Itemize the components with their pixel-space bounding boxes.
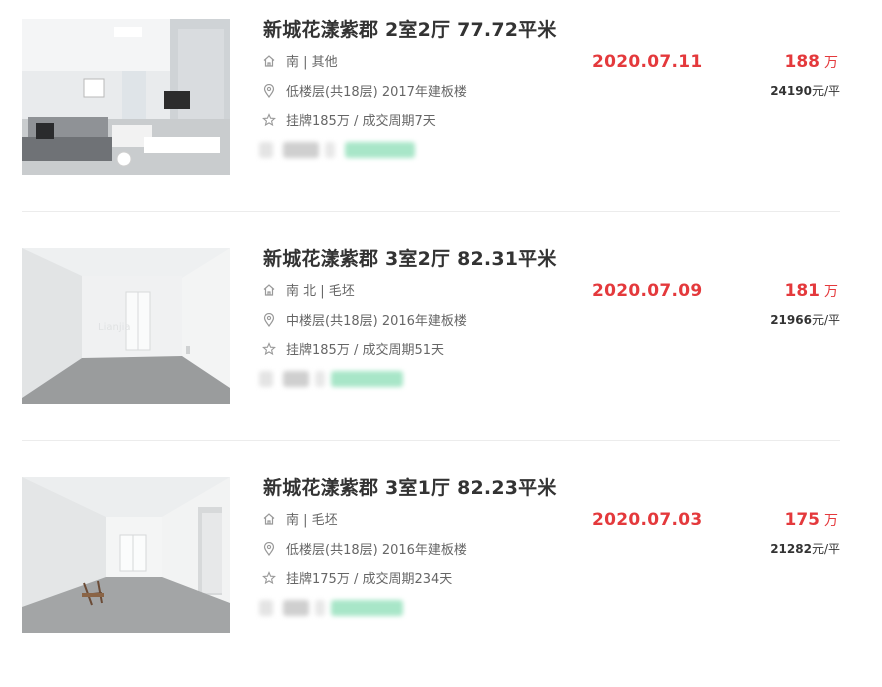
blurred-tags xyxy=(259,140,419,162)
total-price-unit: 万 xyxy=(824,284,838,300)
orientation-decor-row: 南 | 毛坯 xyxy=(262,509,338,528)
unit-price-value: 24190 xyxy=(770,84,812,98)
star-icon xyxy=(262,112,276,127)
deal-info-text: 挂牌185万 / 成交周期51天 xyxy=(286,343,444,358)
blurred-tags xyxy=(259,369,419,391)
unit-price-value: 21966 xyxy=(770,313,812,327)
listing-title[interactable]: 新城花漾紫郡 3室2厅 82.31平米 xyxy=(263,244,557,271)
listing-photo[interactable] xyxy=(22,477,230,633)
deal-info-text: 挂牌175万 / 成交周期234天 xyxy=(286,572,453,587)
star-icon xyxy=(262,570,276,585)
svg-text:Lianjia: Lianjia xyxy=(98,322,131,333)
listing-item: Lianjia 新城花漾紫郡 3室2厅 82.31平米 南 北 | 毛坯 中楼层… xyxy=(0,229,882,458)
total-price-value: 181 xyxy=(784,281,821,301)
listing-title[interactable]: 新城花漾紫郡 2室2厅 77.72平米 xyxy=(263,15,557,42)
deal-info-row: 挂牌175万 / 成交周期234天 xyxy=(262,568,452,587)
unit-price-unit: 元/平 xyxy=(811,313,840,327)
total-price: 175 万 xyxy=(785,510,839,530)
deal-listing-list: 新城花漾紫郡 2室2厅 77.72平米 南 | 其他 低楼层(共18层) 201… xyxy=(0,0,882,657)
deal-info-row: 挂牌185万 / 成交周期7天 xyxy=(262,110,436,129)
house-icon xyxy=(262,512,276,526)
orientation-decor-text: 南 | 毛坯 xyxy=(286,513,338,528)
listing-title[interactable]: 新城花漾紫郡 3室1厅 82.23平米 xyxy=(263,473,557,500)
listing-photo[interactable]: Lianjia xyxy=(22,248,230,404)
floor-info-row: 低楼层(共18层) 2016年建板楼 xyxy=(262,539,467,558)
floor-info-text: 中楼层(共18层) 2016年建板楼 xyxy=(286,314,467,329)
deal-info-text: 挂牌185万 / 成交周期7天 xyxy=(286,114,436,129)
location-pin-icon xyxy=(262,312,276,327)
total-price: 181 万 xyxy=(785,281,839,301)
floor-info-text: 低楼层(共18层) 2017年建板楼 xyxy=(286,85,467,100)
unit-price-unit: 元/平 xyxy=(811,542,840,556)
deal-date: 2020.07.03 xyxy=(592,510,703,530)
unit-price: 24190元/平 xyxy=(770,82,840,99)
listing-separator xyxy=(22,211,840,212)
deal-info-row: 挂牌185万 / 成交周期51天 xyxy=(262,339,444,358)
total-price-value: 175 xyxy=(784,510,821,530)
orientation-decor-row: 南 北 | 毛坯 xyxy=(262,280,355,299)
deal-date: 2020.07.09 xyxy=(592,281,703,301)
unit-price-value: 21282 xyxy=(770,542,812,556)
floor-info-row: 低楼层(共18层) 2017年建板楼 xyxy=(262,81,467,100)
blurred-tags xyxy=(259,598,419,620)
listing-separator xyxy=(22,440,840,441)
orientation-decor-row: 南 | 其他 xyxy=(262,51,338,70)
deal-date: 2020.07.11 xyxy=(592,52,703,72)
total-price: 188 万 xyxy=(785,52,839,72)
location-pin-icon xyxy=(262,541,276,556)
unit-price-unit: 元/平 xyxy=(811,84,840,98)
star-icon xyxy=(262,341,276,356)
location-pin-icon xyxy=(262,83,276,98)
total-price-unit: 万 xyxy=(824,55,838,71)
listing-item: 新城花漾紫郡 3室1厅 82.23平米 南 | 毛坯 低楼层(共18层) 201… xyxy=(0,458,882,687)
listing-photo[interactable] xyxy=(22,19,230,175)
unit-price: 21282元/平 xyxy=(770,540,840,557)
floor-info-text: 低楼层(共18层) 2016年建板楼 xyxy=(286,543,467,558)
house-icon xyxy=(262,54,276,68)
orientation-decor-text: 南 | 其他 xyxy=(286,55,338,70)
total-price-value: 188 xyxy=(784,52,821,72)
orientation-decor-text: 南 北 | 毛坯 xyxy=(286,284,355,299)
total-price-unit: 万 xyxy=(824,513,838,529)
floor-info-row: 中楼层(共18层) 2016年建板楼 xyxy=(262,310,467,329)
house-icon xyxy=(262,283,276,297)
unit-price: 21966元/平 xyxy=(770,311,840,328)
listing-item: 新城花漾紫郡 2室2厅 77.72平米 南 | 其他 低楼层(共18层) 201… xyxy=(0,0,882,229)
